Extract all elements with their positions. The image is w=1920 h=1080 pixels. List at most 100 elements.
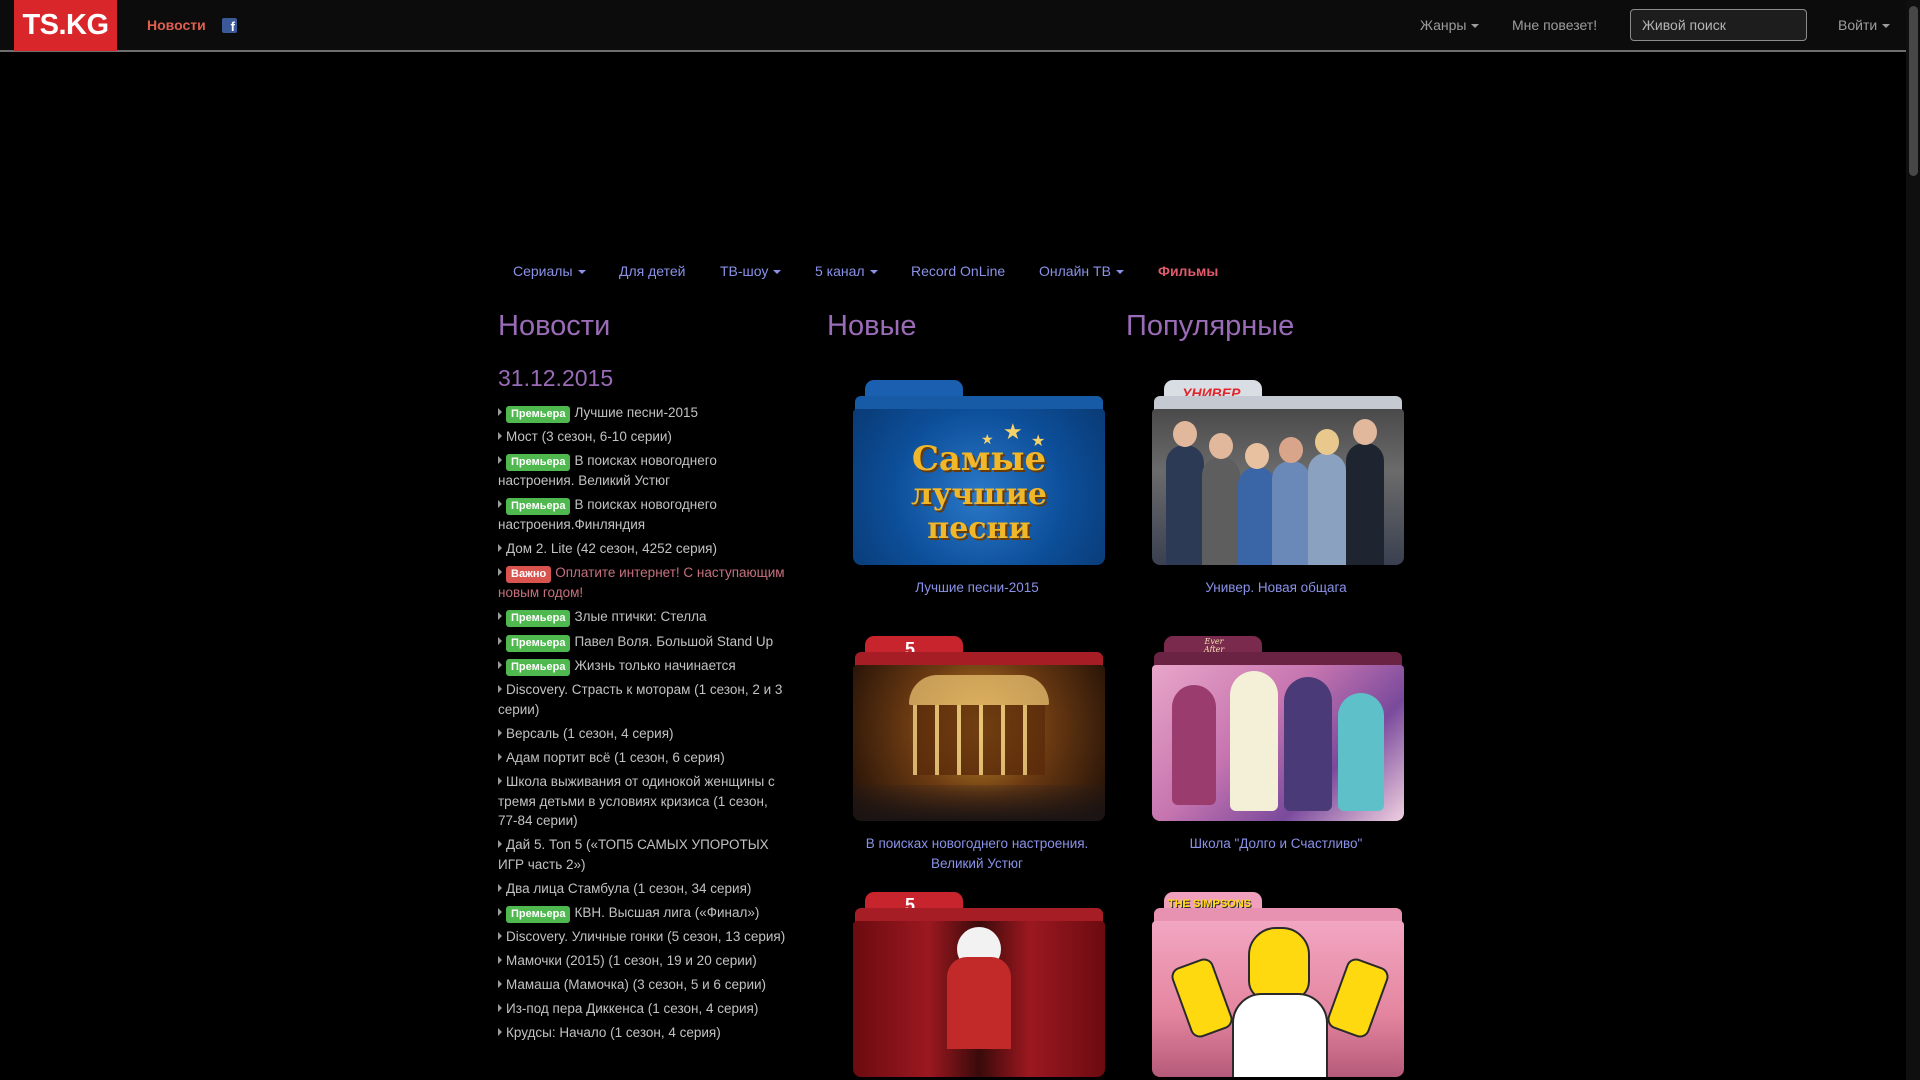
login-dropdown[interactable]: Войти: [1838, 17, 1891, 33]
news-item[interactable]: Мост (3 сезон, 6-10 серии): [498, 427, 788, 447]
news-item-link[interactable]: Из-под пера Диккенса (1 сезон, 4 серия): [506, 1001, 758, 1016]
news-item-link[interactable]: Мамочки (2015) (1 сезон, 19 и 20 серии): [506, 953, 757, 968]
news-item[interactable]: Адам портит всё (1 сезон, 6 серия): [498, 748, 788, 768]
news-item-link[interactable]: Дай 5. Топ 5 («ТОП5 САМЫХ УПОРОТЫХ ИГР ч…: [498, 837, 769, 872]
news-item[interactable]: Discovery. Уличные гонки (5 сезон, 13 се…: [498, 927, 788, 947]
news-heading: Новости: [498, 310, 611, 342]
menu-films[interactable]: Фильмы: [1158, 263, 1218, 279]
triangle-right-icon: [498, 753, 502, 762]
news-list: Премьера Лучшие песни-2015 Мост (3 сезон, …: [498, 403, 788, 1047]
triangle-right-icon: [498, 568, 502, 577]
premiere-badge: Премьера: [506, 634, 571, 652]
chevron-down-icon: [773, 270, 782, 275]
star-icon: ★: [1003, 419, 1023, 444]
search-input[interactable]: [1630, 9, 1807, 41]
news-item-link[interactable]: Версаль (1 сезон, 4 серия): [506, 726, 674, 741]
chevron-down-icon: [1115, 270, 1124, 275]
triangle-right-icon: [498, 636, 502, 645]
triangle-right-icon: [498, 932, 502, 941]
star-icon: ★: [1031, 433, 1046, 450]
news-item-link[interactable]: Discovery. Страсть к моторам (1 сезон, 2…: [498, 682, 782, 717]
lucky-link[interactable]: Мне повезет!: [1512, 17, 1597, 33]
menu-serials[interactable]: Сериалы: [513, 263, 586, 279]
triangle-right-icon: [498, 956, 502, 965]
card-thumbnail: [1152, 409, 1404, 565]
site-logo[interactable]: TS.KG: [14, 0, 117, 51]
news-item[interactable]: Премьера В поисках новогоднего настроения…: [498, 495, 788, 535]
triangle-right-icon: [498, 840, 502, 849]
menu-kids[interactable]: Для детей: [619, 263, 685, 279]
news-item[interactable]: Дом 2. Lite (42 сезон, 4252 серия): [498, 539, 788, 559]
news-item[interactable]: Премьера Злые птички: Стелла: [498, 607, 788, 628]
news-item[interactable]: Версаль (1 сезон, 4 серия): [498, 724, 788, 744]
top-navbar: TS.KG Новости f Жанры Мне повезет! Войти: [0, 0, 1906, 52]
news-item[interactable]: Дай 5. Топ 5 («ТОП5 САМЫХ УПОРОТЫХ ИГР ч…: [498, 835, 788, 874]
nav-news-link[interactable]: Новости: [147, 17, 206, 33]
news-item[interactable]: Премьера Павел Воля. Большой Stand Up: [498, 632, 788, 652]
genres-dropdown[interactable]: Жанры: [1420, 17, 1480, 33]
art-text-line: песни: [927, 511, 1031, 546]
chevron-down-icon: [577, 270, 586, 275]
triangle-right-icon: [498, 500, 502, 509]
news-item-link[interactable]: Злые птички: Стелла: [574, 609, 706, 624]
news-item-link[interactable]: Мамаша (Мамочка) (3 сезон, 5 и 6 серии): [506, 977, 766, 992]
triangle-right-icon: [498, 408, 502, 416]
chevron-down-icon: [1882, 24, 1891, 29]
scrollbar-thumb[interactable]: [1909, 6, 1918, 176]
triangle-right-icon: [498, 729, 502, 738]
menu-online-tv-label: Онлайн ТВ: [1039, 263, 1111, 279]
menu-tv-shows[interactable]: ТВ-шоу: [720, 263, 782, 279]
news-item[interactable]: Важно Оплатите интернет! С наступающим но…: [498, 563, 788, 603]
news-item[interactable]: Мамочки (2015) (1 сезон, 19 и 20 серии): [498, 951, 788, 971]
news-item-link[interactable]: Дом 2. Lite (42 сезон, 4252 серия): [506, 541, 717, 556]
news-item-link[interactable]: Мост (3 сезон, 6-10 серии): [506, 429, 672, 444]
menu-record-online[interactable]: Record OnLine: [911, 263, 1005, 279]
triangle-right-icon: [498, 456, 502, 465]
news-item[interactable]: Школа выживания от одинокой женщины с тр…: [498, 772, 788, 831]
triangle-right-icon: [498, 1028, 502, 1037]
premiere-badge: Премьера: [506, 659, 571, 677]
news-item[interactable]: Крудсы: Начало (1 сезон, 4 серия): [498, 1023, 788, 1043]
card-thumbnail: [1152, 665, 1404, 821]
triangle-right-icon: [498, 612, 502, 621]
news-item-link[interactable]: Discovery. Уличные гонки (5 сезон, 13 се…: [506, 929, 785, 944]
news-item[interactable]: Из-под пера Диккенса (1 сезон, 4 серия): [498, 999, 788, 1019]
genres-label: Жанры: [1420, 17, 1467, 33]
news-item-link[interactable]: Два лица Стамбула (1 сезон, 34 серия): [506, 881, 751, 896]
news-item-link[interactable]: Крудсы: Начало (1 сезон, 4 серия): [506, 1025, 721, 1040]
chevron-down-icon: [869, 270, 878, 275]
news-item-link[interactable]: Адам портит всё (1 сезон, 6 серия): [506, 750, 725, 765]
menu-online-tv[interactable]: Онлайн ТВ: [1039, 263, 1124, 279]
art-text-line: Самые: [911, 439, 1047, 479]
news-item-link[interactable]: Жизнь только начинается: [574, 658, 735, 673]
news-date: 31.12.2015: [498, 365, 614, 391]
news-item[interactable]: Два лица Стамбула (1 сезон, 34 серия): [498, 879, 788, 899]
card-caption[interactable]: Школа "Долго и Счастливо": [1150, 834, 1402, 854]
chevron-down-icon: [1471, 24, 1480, 29]
news-item[interactable]: Премьера В поисках новогоднего настроения…: [498, 451, 788, 491]
santa-body: [947, 957, 1011, 1049]
news-item-link[interactable]: Школа выживания от одинокой женщины с тр…: [498, 774, 775, 828]
news-item[interactable]: Премьера Лучшие песни-2015: [498, 403, 788, 423]
card-caption[interactable]: Универ. Новая общага: [1150, 578, 1402, 598]
important-badge: Важно: [506, 566, 552, 584]
news-item-link[interactable]: Лучшие песни-2015: [574, 405, 698, 420]
new-heading: Новые: [827, 310, 917, 342]
menu-5-channel[interactable]: 5 канал: [815, 263, 878, 279]
card-caption[interactable]: Лучшие песни-2015: [851, 578, 1103, 598]
premiere-badge: Премьера: [506, 610, 571, 628]
folder-icon: 5: [851, 636, 1107, 822]
news-item[interactable]: Мамаша (Мамочка) (3 сезон, 5 и 6 серии): [498, 975, 788, 995]
news-item[interactable]: Discovery. Страсть к моторам (1 сезон, 2…: [498, 680, 788, 719]
card-caption[interactable]: В поисках новогоднего настроения. Велики…: [851, 834, 1103, 873]
news-item-link[interactable]: КВН. Высшая лига («Финал»): [574, 905, 759, 920]
news-item[interactable]: Премьера Жизнь только начинается: [498, 656, 788, 677]
menu-tv-shows-label: ТВ-шоу: [720, 263, 769, 279]
news-item-link[interactable]: Павел Воля. Большой Stand Up: [574, 634, 773, 649]
facebook-icon[interactable]: f: [222, 18, 237, 34]
triangle-right-icon: [498, 883, 502, 892]
scrollbar[interactable]: [1906, 0, 1920, 1080]
news-item[interactable]: Премьера КВН. Высшая лига («Финал»): [498, 903, 788, 923]
doll-figure: [1230, 671, 1278, 811]
triangle-right-icon: [498, 432, 502, 441]
